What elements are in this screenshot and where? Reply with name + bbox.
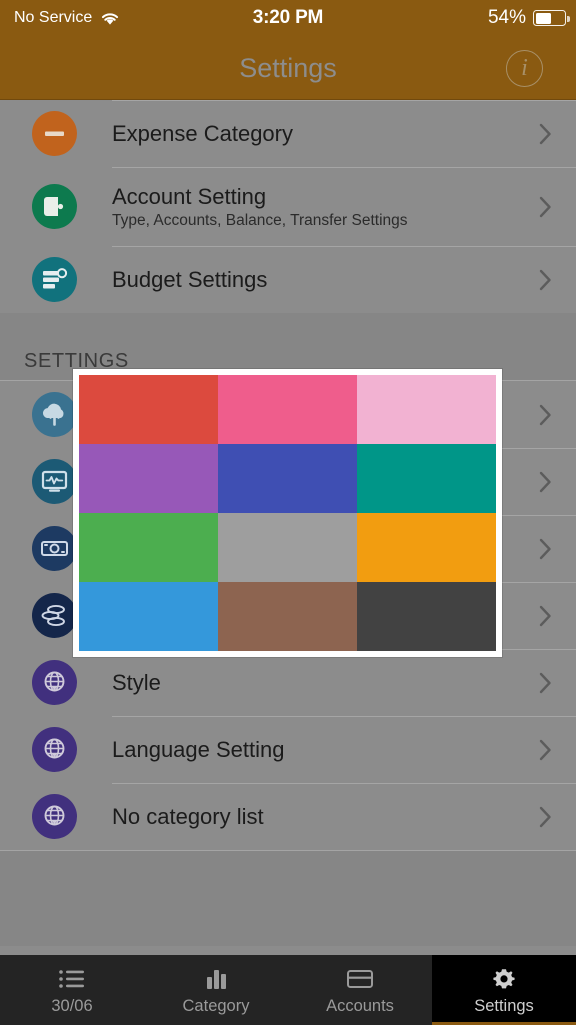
tab-label: 30/06 <box>51 997 93 1015</box>
list-item-budget-settings[interactable]: Budget Settings <box>0 246 576 313</box>
chevron-right-icon <box>539 269 552 291</box>
color-swatch-orange[interactable] <box>357 513 496 582</box>
nav-bar: Settings i <box>0 36 576 100</box>
info-icon[interactable]: i <box>506 50 543 87</box>
coins-icon <box>32 593 77 638</box>
tab-bar[interactable]: 30/06 Category Accounts Settings <box>0 955 576 1025</box>
chevron-right-icon <box>539 605 552 627</box>
color-swatch-indigo[interactable] <box>218 444 357 513</box>
battery-fill <box>535 12 552 24</box>
color-swatch-grey[interactable] <box>218 513 357 582</box>
color-swatch-grid[interactable] <box>79 375 496 651</box>
color-swatch-light-pink[interactable] <box>357 375 496 444</box>
chevron-right-icon <box>539 672 552 694</box>
chevron-right-icon <box>539 538 552 560</box>
color-swatch-teal[interactable] <box>357 444 496 513</box>
tab-label: Settings <box>474 997 534 1015</box>
globe-icon <box>32 727 77 772</box>
list-icon <box>57 964 87 994</box>
color-swatch-dark-grey[interactable] <box>357 582 496 651</box>
banknote-icon <box>32 526 77 571</box>
app-screen: No Service 3:20 PM 54% Settings i Expens… <box>0 0 576 1025</box>
tab-label: Accounts <box>326 997 394 1015</box>
tab-date[interactable]: 30/06 <box>0 955 144 1025</box>
cloud-upload-icon <box>32 392 77 437</box>
list-item-title: Expense Category <box>112 121 293 146</box>
list-bottom-filler <box>0 850 576 946</box>
minus-circle-icon <box>32 111 77 156</box>
list-item-expense-category[interactable]: Expense Category <box>0 100 576 167</box>
chevron-right-icon <box>539 123 552 145</box>
tab-label: Category <box>182 997 250 1015</box>
tab-settings[interactable]: Settings <box>432 955 576 1025</box>
color-swatch-blue[interactable] <box>79 582 218 651</box>
chevron-right-icon <box>539 739 552 761</box>
globe-icon <box>32 794 77 839</box>
status-bar-right: 54% <box>487 0 570 36</box>
list-item-text: No category list <box>112 803 516 830</box>
chevron-right-icon <box>539 196 552 218</box>
tab-accounts[interactable]: Accounts <box>288 955 432 1025</box>
budget-bars-icon <box>32 257 77 302</box>
info-glyph: i <box>521 55 528 81</box>
color-swatch-pink[interactable] <box>218 375 357 444</box>
color-swatch-red[interactable] <box>79 375 218 444</box>
card-icon <box>345 964 375 994</box>
list-item-style[interactable]: Style <box>0 649 576 716</box>
color-swatch-purple[interactable] <box>79 444 218 513</box>
battery-icon <box>533 10 570 26</box>
color-swatch-brown[interactable] <box>218 582 357 651</box>
clock-label: 3:20 PM <box>252 7 324 28</box>
color-swatch-green[interactable] <box>79 513 218 582</box>
chevron-right-icon <box>539 806 552 828</box>
list-item-text: Budget Settings <box>112 266 516 293</box>
chevron-right-icon <box>539 404 552 426</box>
globe-icon <box>32 660 77 705</box>
status-bar: No Service 3:20 PM 54% <box>0 0 576 36</box>
list-item-title: Account Setting <box>112 183 267 209</box>
list-item-title: Language Setting <box>112 737 285 762</box>
list-item-title: Style <box>112 670 161 695</box>
tab-category[interactable]: Category <box>144 955 288 1025</box>
list-item-text: Account Setting Type, Accounts, Balance,… <box>112 183 516 231</box>
battery-percent-label: 54% <box>487 7 526 28</box>
list-item-language-setting[interactable]: Language Setting <box>0 716 576 783</box>
list-item-subtitle: Type, Accounts, Balance, Transfer Settin… <box>112 211 408 229</box>
list-item-text: Expense Category <box>112 120 516 147</box>
wallet-icon <box>32 184 77 229</box>
bar-chart-icon <box>203 964 229 994</box>
page-title: Settings <box>239 52 337 83</box>
list-item-text: Language Setting <box>112 736 516 763</box>
list-item-title: No category list <box>112 804 264 829</box>
list-item-text: Style <box>112 669 516 696</box>
list-item-title: Budget Settings <box>112 267 268 292</box>
monitor-chart-icon <box>32 459 77 504</box>
list-item-no-category-list[interactable]: No category list <box>0 783 576 850</box>
chevron-right-icon <box>539 471 552 493</box>
color-picker-popup[interactable] <box>73 369 502 657</box>
list-item-account-setting[interactable]: Account Setting Type, Accounts, Balance,… <box>0 167 576 246</box>
gear-icon <box>490 964 518 994</box>
